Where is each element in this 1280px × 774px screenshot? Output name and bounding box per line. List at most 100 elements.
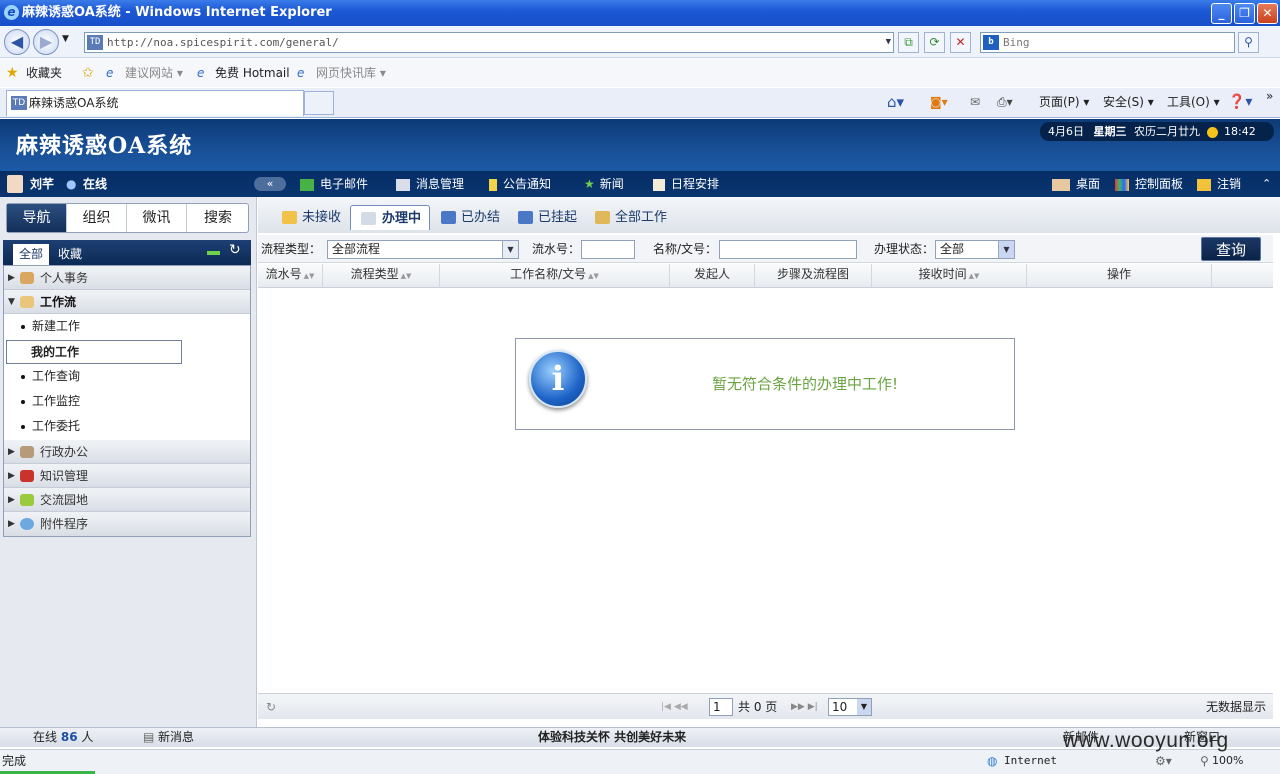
chevron-right-icon[interactable]: » — [1266, 84, 1273, 108]
menu-schedule[interactable]: 日程安排 — [653, 171, 719, 197]
message-icon — [396, 178, 410, 191]
subtab-all[interactable]: 全部 — [13, 244, 49, 265]
col-received-time[interactable]: 接收时间 ▲▼ — [872, 264, 1027, 288]
menu-notices[interactable]: 公告通知 — [489, 171, 551, 197]
serial-input[interactable] — [581, 240, 635, 259]
web-slice-link[interactable]: 网页快讯库 ▾ — [316, 59, 386, 87]
col-serial[interactable]: 流水号 ▲▼ — [258, 264, 323, 288]
tools-menu[interactable]: 工具(O) ▾ — [1167, 90, 1220, 114]
search-icon[interactable]: ⚲ — [1238, 32, 1259, 53]
refresh-button[interactable]: ⟳ — [924, 32, 945, 53]
safety-menu[interactable]: 安全(S) ▾ — [1103, 90, 1154, 114]
compatibility-view-button[interactable]: ⧉ — [898, 32, 919, 53]
collapse-header-icon[interactable]: ⌃ — [1262, 171, 1271, 197]
history-dropdown-icon[interactable]: ▼ — [62, 34, 69, 44]
page-input[interactable]: 1 — [709, 698, 733, 716]
zoom-level[interactable]: 100% — [1212, 750, 1243, 772]
chevron-down-icon: ▼ — [502, 241, 518, 258]
tab-not-received[interactable]: 未接收 — [280, 205, 341, 230]
item-work-query[interactable]: 工作查询 — [4, 364, 250, 389]
maximize-button[interactable]: ❐ — [1234, 3, 1255, 24]
minimize-button[interactable]: _ — [1211, 3, 1232, 24]
protected-mode-icon[interactable]: ⚙▾ — [1155, 750, 1172, 772]
feeds-icon[interactable]: ◙▾ — [930, 90, 948, 114]
add-favorite-icon[interactable]: ✩ — [82, 59, 94, 87]
item-my-work[interactable]: 我的工作 — [6, 340, 182, 364]
address-dropdown-icon[interactable]: ▼ — [886, 33, 891, 52]
tab-completed[interactable]: 已办结 — [439, 205, 500, 230]
stop-button[interactable]: ✕ — [950, 32, 971, 53]
status-select[interactable]: 全部 ▼ — [935, 240, 1015, 259]
group-attachments-label: 附件程序 — [40, 517, 89, 531]
group-attachments[interactable]: ▶ 附件程序 — [4, 512, 250, 536]
tab-suspended[interactable]: 已挂起 — [516, 205, 577, 230]
print-icon[interactable]: ⎙▾ — [997, 90, 1013, 114]
sort-icon: ▲▼ — [303, 272, 315, 280]
new-tab-button[interactable] — [304, 91, 334, 115]
presence-icon: ● — [66, 177, 77, 191]
group-personal[interactable]: ▶ 个人事务 — [4, 266, 250, 290]
clock-icon — [1206, 126, 1218, 138]
menu-logout-label: 注销 — [1217, 177, 1242, 191]
tab-search[interactable]: 搜索 — [188, 204, 248, 232]
query-button[interactable]: 查询 — [1201, 237, 1261, 261]
item-new-work[interactable]: 新建工作 — [4, 314, 250, 339]
hotmail-link[interactable]: 免费 Hotmail — [215, 59, 290, 87]
home-icon[interactable]: ⌂▾ — [887, 90, 904, 114]
mail-icon[interactable]: ✉ — [970, 90, 980, 114]
back-button[interactable]: ◀ — [4, 29, 30, 55]
group-knowledge-label: 知识管理 — [40, 469, 89, 483]
search-input[interactable]: b Bing — [980, 32, 1235, 53]
col-flow-type[interactable]: 流程类型 ▲▼ — [323, 264, 440, 288]
menu-news[interactable]: ★ 新闻 — [584, 171, 624, 197]
menu-control-panel[interactable]: 控制面板 — [1115, 171, 1183, 197]
tab-micro-message[interactable]: 微讯 — [127, 204, 187, 232]
forward-button[interactable]: ▶ — [33, 29, 59, 55]
name-input[interactable] — [719, 240, 857, 259]
page-size-select[interactable]: 10 ▼ — [828, 698, 872, 716]
tab-all-work[interactable]: 全部工作 — [593, 205, 667, 230]
user-name[interactable]: 刘芊 — [30, 171, 54, 197]
address-bar[interactable]: TD http://noa.spicespirit.com/general/ ▼ — [84, 32, 894, 53]
col-work-name[interactable]: 工作名称/文号 ▲▼ — [440, 264, 670, 288]
tab-all-work-label: 全部工作 — [615, 210, 668, 225]
first-page-icon[interactable]: |◀ ◀◀ — [661, 694, 688, 720]
collapse-menu-icon[interactable]: « — [254, 177, 286, 191]
zoom-icon[interactable]: ⚲ — [1200, 750, 1209, 772]
total-pages-text: 共 0 页 — [738, 700, 778, 714]
suggested-sites-link[interactable]: 建议网站 ▾ — [125, 59, 183, 87]
menu-email[interactable]: 电子邮件 — [300, 171, 368, 197]
tab-navigation[interactable]: 导航 — [7, 204, 67, 232]
item-work-monitor[interactable]: 工作监控 — [4, 389, 250, 414]
presence-status[interactable]: 在线 — [83, 171, 107, 197]
tab-in-progress[interactable]: 办理中 — [350, 205, 430, 230]
item-work-delegate[interactable]: 工作委托 — [4, 414, 250, 439]
date-text: 4月6日 — [1048, 125, 1084, 138]
browser-tab[interactable]: TD 麻辣诱惑OA系统 — [6, 90, 304, 116]
page-menu[interactable]: 页面(P) ▾ — [1039, 90, 1089, 114]
collapse-all-icon[interactable] — [207, 251, 220, 255]
refresh-icon[interactable]: ↻ — [229, 242, 241, 258]
reload-icon[interactable]: ↻ — [266, 694, 276, 720]
online-users[interactable]: 在线 86 人 — [33, 728, 93, 746]
tab-organization[interactable]: 组织 — [67, 204, 127, 232]
new-message-link[interactable]: 新消息 — [158, 728, 194, 746]
ie-page-icon: e — [106, 66, 114, 80]
next-page-icon[interactable]: ▶▶ ▶| — [791, 694, 818, 720]
col-steps: 步骤及流程图 — [755, 264, 872, 288]
group-personal-label: 个人事务 — [40, 271, 89, 285]
group-exchange[interactable]: ▶ 交流园地 — [4, 488, 250, 512]
menu-desktop[interactable]: 桌面 — [1052, 171, 1100, 197]
subtab-favorites[interactable]: 收藏 — [58, 244, 82, 265]
menu-messages[interactable]: 消息管理 — [396, 171, 464, 197]
group-workflow[interactable]: ▼ 工作流 — [4, 290, 250, 314]
flow-type-select[interactable]: 全部流程 ▼ — [327, 240, 519, 259]
close-window-button[interactable]: ✕ — [1257, 3, 1278, 24]
group-admin[interactable]: ▶ 行政办公 — [4, 440, 250, 464]
group-knowledge[interactable]: ▶ 知识管理 — [4, 464, 250, 488]
menu-logout[interactable]: 注销 — [1197, 171, 1241, 197]
collapse-arrow-icon: ▼ — [8, 297, 15, 307]
favorites-button[interactable]: 收藏夹 — [26, 59, 62, 87]
help-icon[interactable]: ❓▾ — [1228, 90, 1252, 114]
group-exchange-label: 交流园地 — [40, 493, 89, 507]
